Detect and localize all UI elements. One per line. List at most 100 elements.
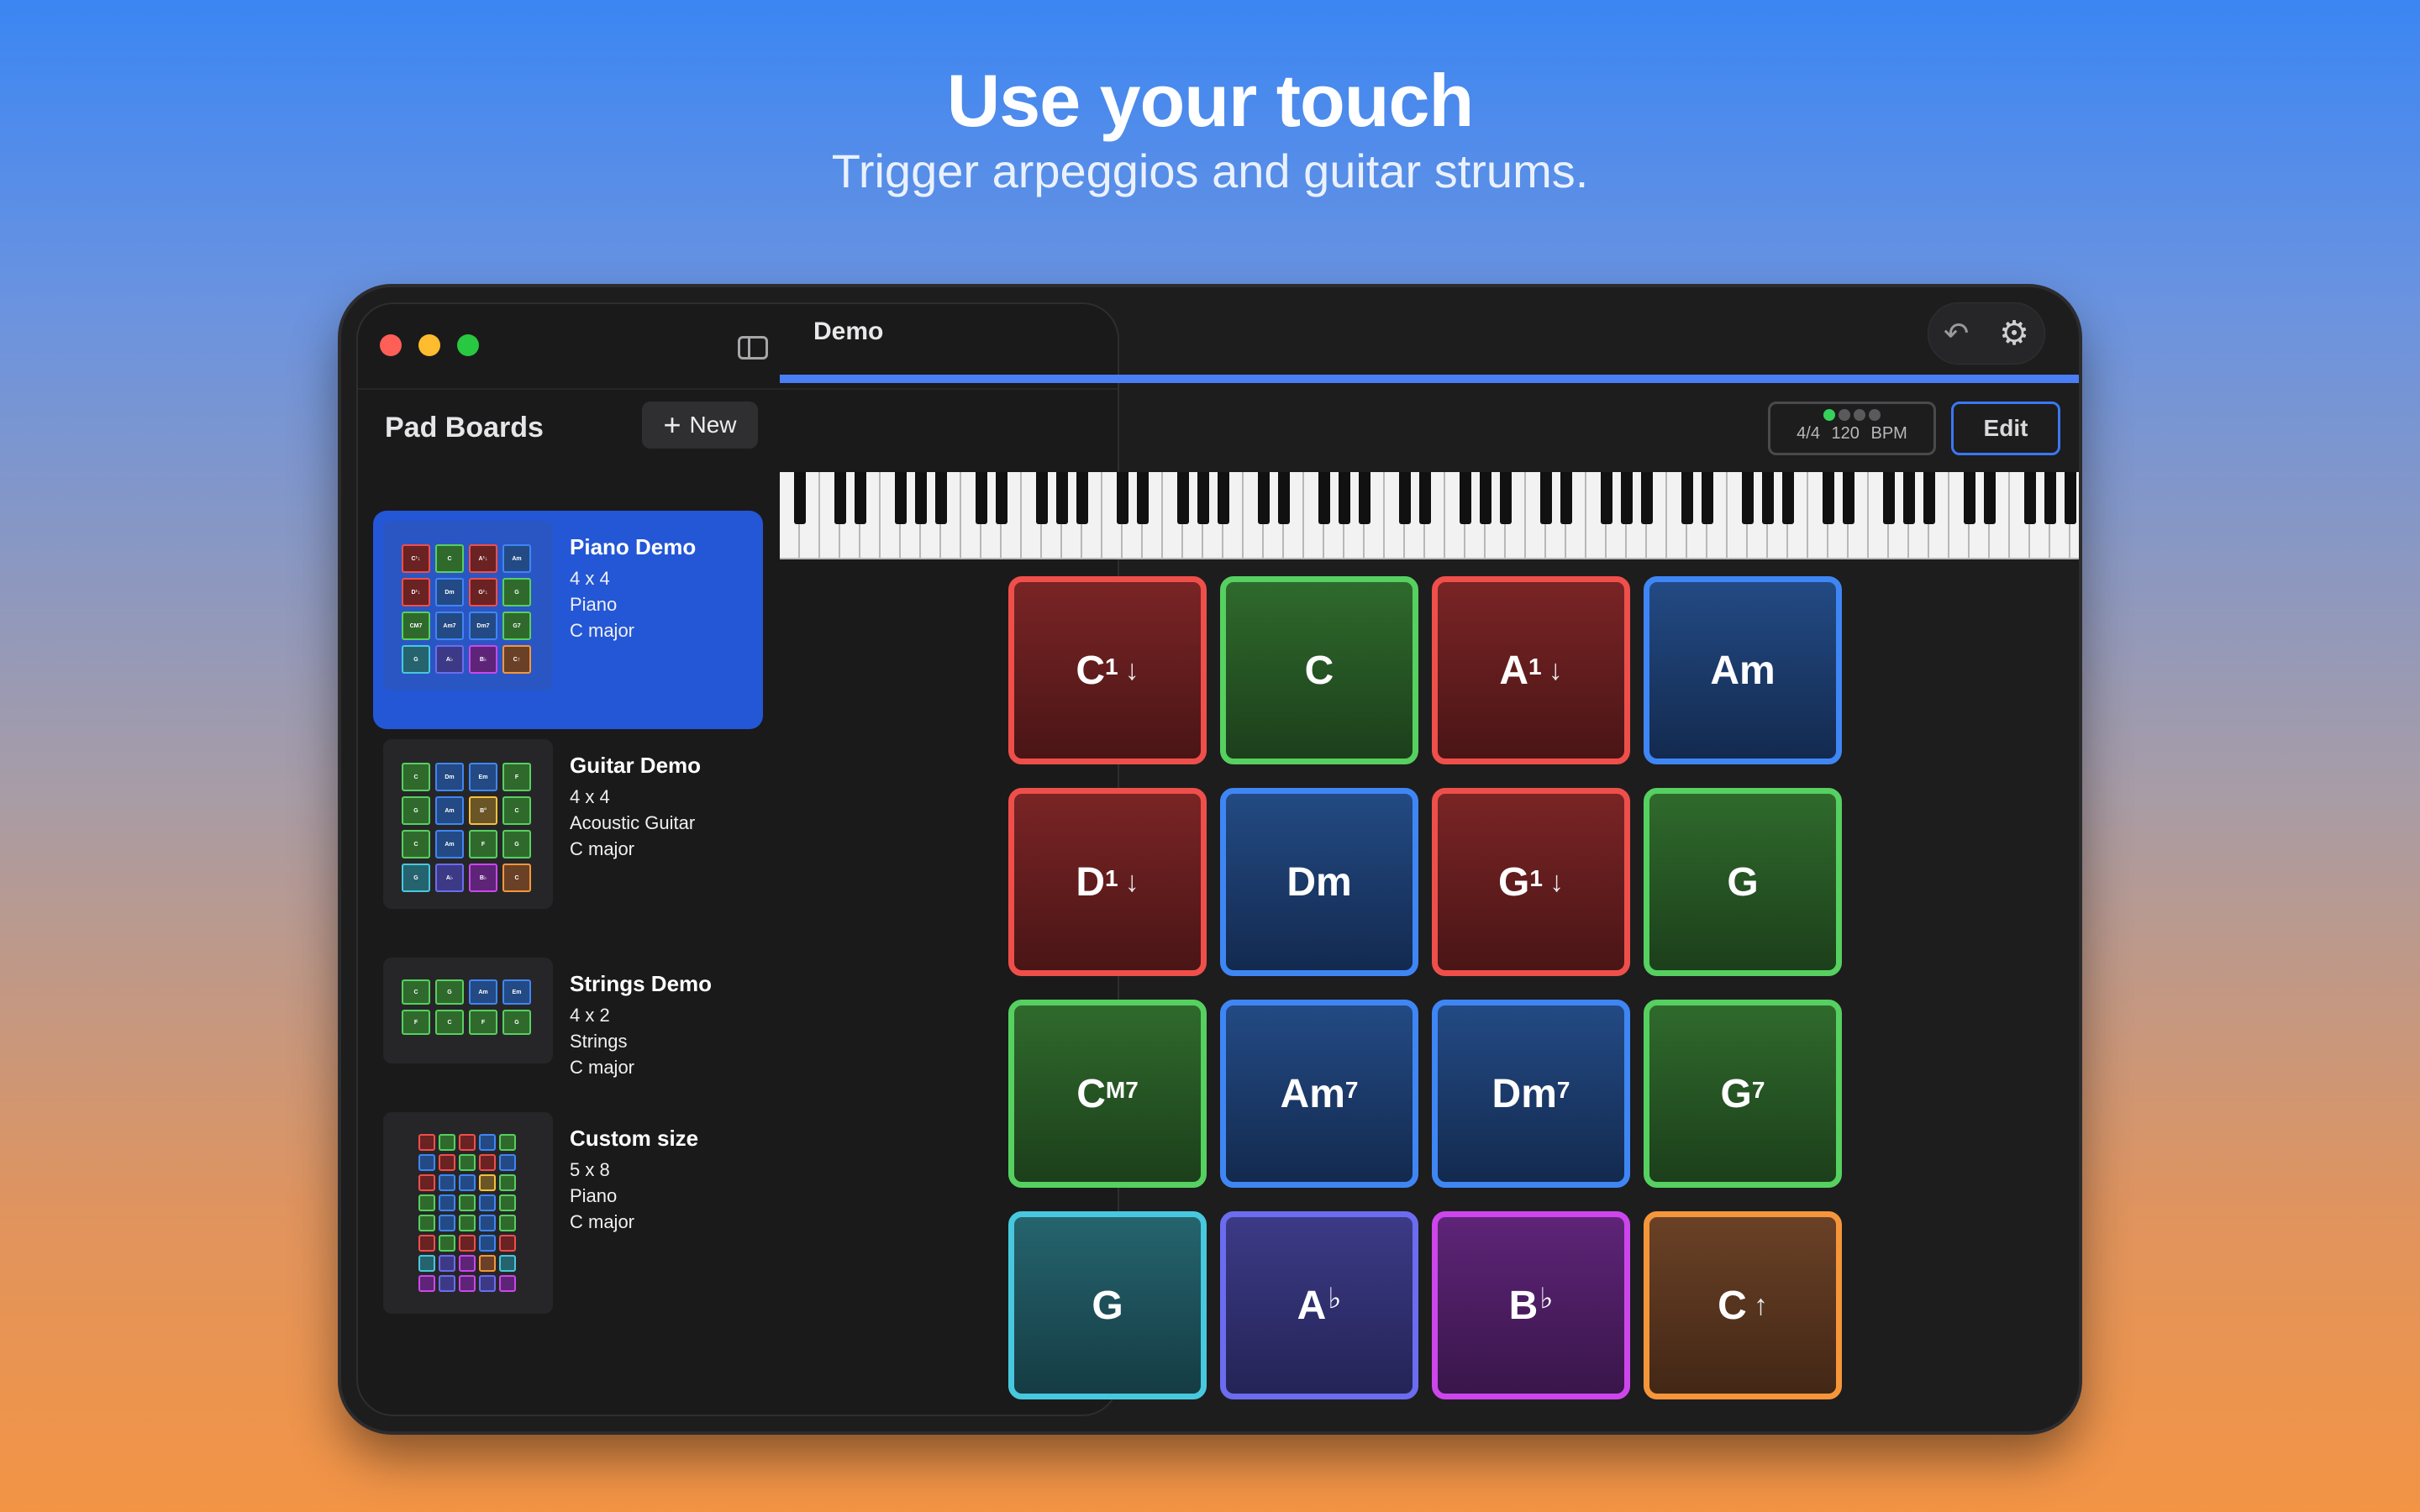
black-key[interactable] [1218,472,1229,524]
black-key[interactable] [1984,472,1996,524]
zoom-button[interactable] [457,334,479,356]
black-key[interactable] [915,472,927,524]
black-key[interactable] [1399,472,1411,524]
black-key[interactable] [1318,472,1330,524]
black-key[interactable] [1823,472,1834,524]
chord-pad[interactable]: G [1644,788,1842,976]
board-item-strings-demo[interactable]: C G Am Em F C F G Strings Demo 4 x 2 Str… [373,948,763,1090]
black-key[interactable] [976,472,987,524]
board-thumbnail: C¹↓ C A¹↓ Am D¹↓ Dm G¹↓ G CM7 Am7 Dm7 G7… [383,521,553,690]
board-key: C major [570,838,635,859]
chord-pad[interactable]: C M7 [1008,1000,1207,1188]
black-key[interactable] [1601,472,1612,524]
chord-pad[interactable]: Dm [1220,788,1418,976]
piano-keyboard[interactable] [780,472,2079,559]
black-key[interactable] [2044,472,2056,524]
black-key[interactable] [1258,472,1270,524]
black-key[interactable] [1460,472,1471,524]
new-board-label: New [689,412,737,438]
black-key[interactable] [1782,472,1794,524]
chord-pad[interactable]: A ♭ [1220,1211,1418,1399]
black-key[interactable] [1056,472,1068,524]
black-key[interactable] [1480,472,1491,524]
black-key[interactable] [1923,472,1935,524]
mini-pad: C [502,864,531,892]
mini-pad [418,1194,435,1211]
black-key[interactable] [1560,472,1572,524]
close-button[interactable] [380,334,402,356]
chord-pad[interactable]: C 1 ↓ [1008,576,1207,764]
black-key[interactable] [1843,472,1854,524]
chord-root: G [1092,1283,1123,1328]
beat-indicator [1770,409,1933,421]
black-key[interactable] [834,472,846,524]
black-key[interactable] [1036,472,1048,524]
black-key[interactable] [996,472,1007,524]
black-key[interactable] [1964,472,1975,524]
black-key[interactable] [1359,472,1370,524]
chord-root: Dm [1286,859,1352,905]
black-key[interactable] [1197,472,1209,524]
minimize-button[interactable] [418,334,440,356]
black-key[interactable] [1419,472,1431,524]
mini-pad: F [469,830,497,858]
chord-pad[interactable]: G 1 ↓ [1432,788,1630,976]
undo-icon[interactable]: ↶ [1944,318,1969,349]
edit-button[interactable]: Edit [1951,402,2060,455]
chord-pad[interactable]: B ♭ [1432,1211,1630,1399]
black-key[interactable] [1903,472,1915,524]
mini-pad: G7 [502,612,531,640]
chord-pad[interactable]: Dm 7 [1432,1000,1630,1188]
black-key[interactable] [1076,472,1088,524]
black-key[interactable] [1883,472,1895,524]
board-item-piano-demo[interactable]: C¹↓ C A¹↓ Am D¹↓ Dm G¹↓ G CM7 Am7 Dm7 G7… [373,511,763,729]
black-key[interactable] [1137,472,1149,524]
window-controls [380,334,479,356]
mini-pad: F [502,763,531,791]
gear-icon[interactable]: ⚙ [1999,317,2029,350]
black-key[interactable] [2065,472,2076,524]
black-key[interactable] [1339,472,1350,524]
arrow-down-icon: ↓ [1548,654,1563,686]
sidebar-toggle-icon[interactable] [738,336,768,360]
black-key[interactable] [1278,472,1290,524]
mini-pad [459,1255,476,1272]
black-key[interactable] [855,472,866,524]
chord-pad[interactable]: Am [1644,576,1842,764]
mini-pad: A♭ [435,645,464,674]
mini-pad: A¹↓ [469,544,497,573]
mini-pad [418,1134,435,1151]
mini-pad [499,1174,516,1191]
chord-extension: 7 [1751,1077,1765,1103]
black-key[interactable] [1540,472,1552,524]
black-key[interactable] [1177,472,1189,524]
chord-pad[interactable]: A 1 ↓ [1432,576,1630,764]
chord-pad[interactable]: C [1220,576,1418,764]
board-name: Custom size [570,1126,699,1151]
black-key[interactable] [895,472,907,524]
tempo-meter[interactable]: 4/4 120 BPM [1768,402,1936,455]
black-key[interactable] [1762,472,1774,524]
chord-pad[interactable]: G [1008,1211,1207,1399]
mini-pad [479,1174,496,1191]
black-key[interactable] [1500,472,1512,524]
black-key[interactable] [1641,472,1653,524]
board-item-guitar-demo[interactable]: C Dm Em F G Am B° C C Am F G G A♭ B♭ C G… [373,729,763,931]
board-item-custom-size[interactable]: Custom size 5 x 8 Piano C major [373,1102,763,1329]
black-key[interactable] [1702,472,1713,524]
mini-pad [439,1275,455,1292]
mini-pad [479,1194,496,1211]
black-key[interactable] [2024,472,2036,524]
black-key[interactable] [1681,472,1693,524]
chord-pad[interactable]: C ↑ [1644,1211,1842,1399]
black-key[interactable] [1742,472,1754,524]
tempo-readout: 4/4 120 BPM [1770,424,1933,444]
chord-pad[interactable]: Am 7 [1220,1000,1418,1188]
chord-pad[interactable]: G7 [1644,1000,1842,1188]
chord-pad[interactable]: D 1 ↓ [1008,788,1207,976]
black-key[interactable] [1621,472,1633,524]
black-key[interactable] [1117,472,1128,524]
new-board-button[interactable]: + New [642,402,758,449]
black-key[interactable] [935,472,947,524]
black-key[interactable] [794,472,806,524]
